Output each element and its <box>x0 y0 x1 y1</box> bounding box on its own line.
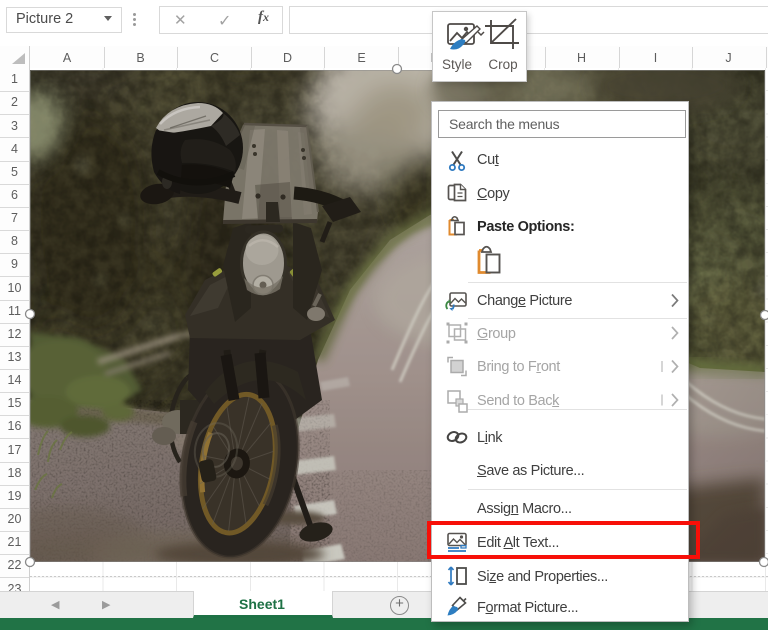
svg-text:Crop: Crop <box>488 57 517 72</box>
svg-text:Style: Style <box>442 57 472 72</box>
